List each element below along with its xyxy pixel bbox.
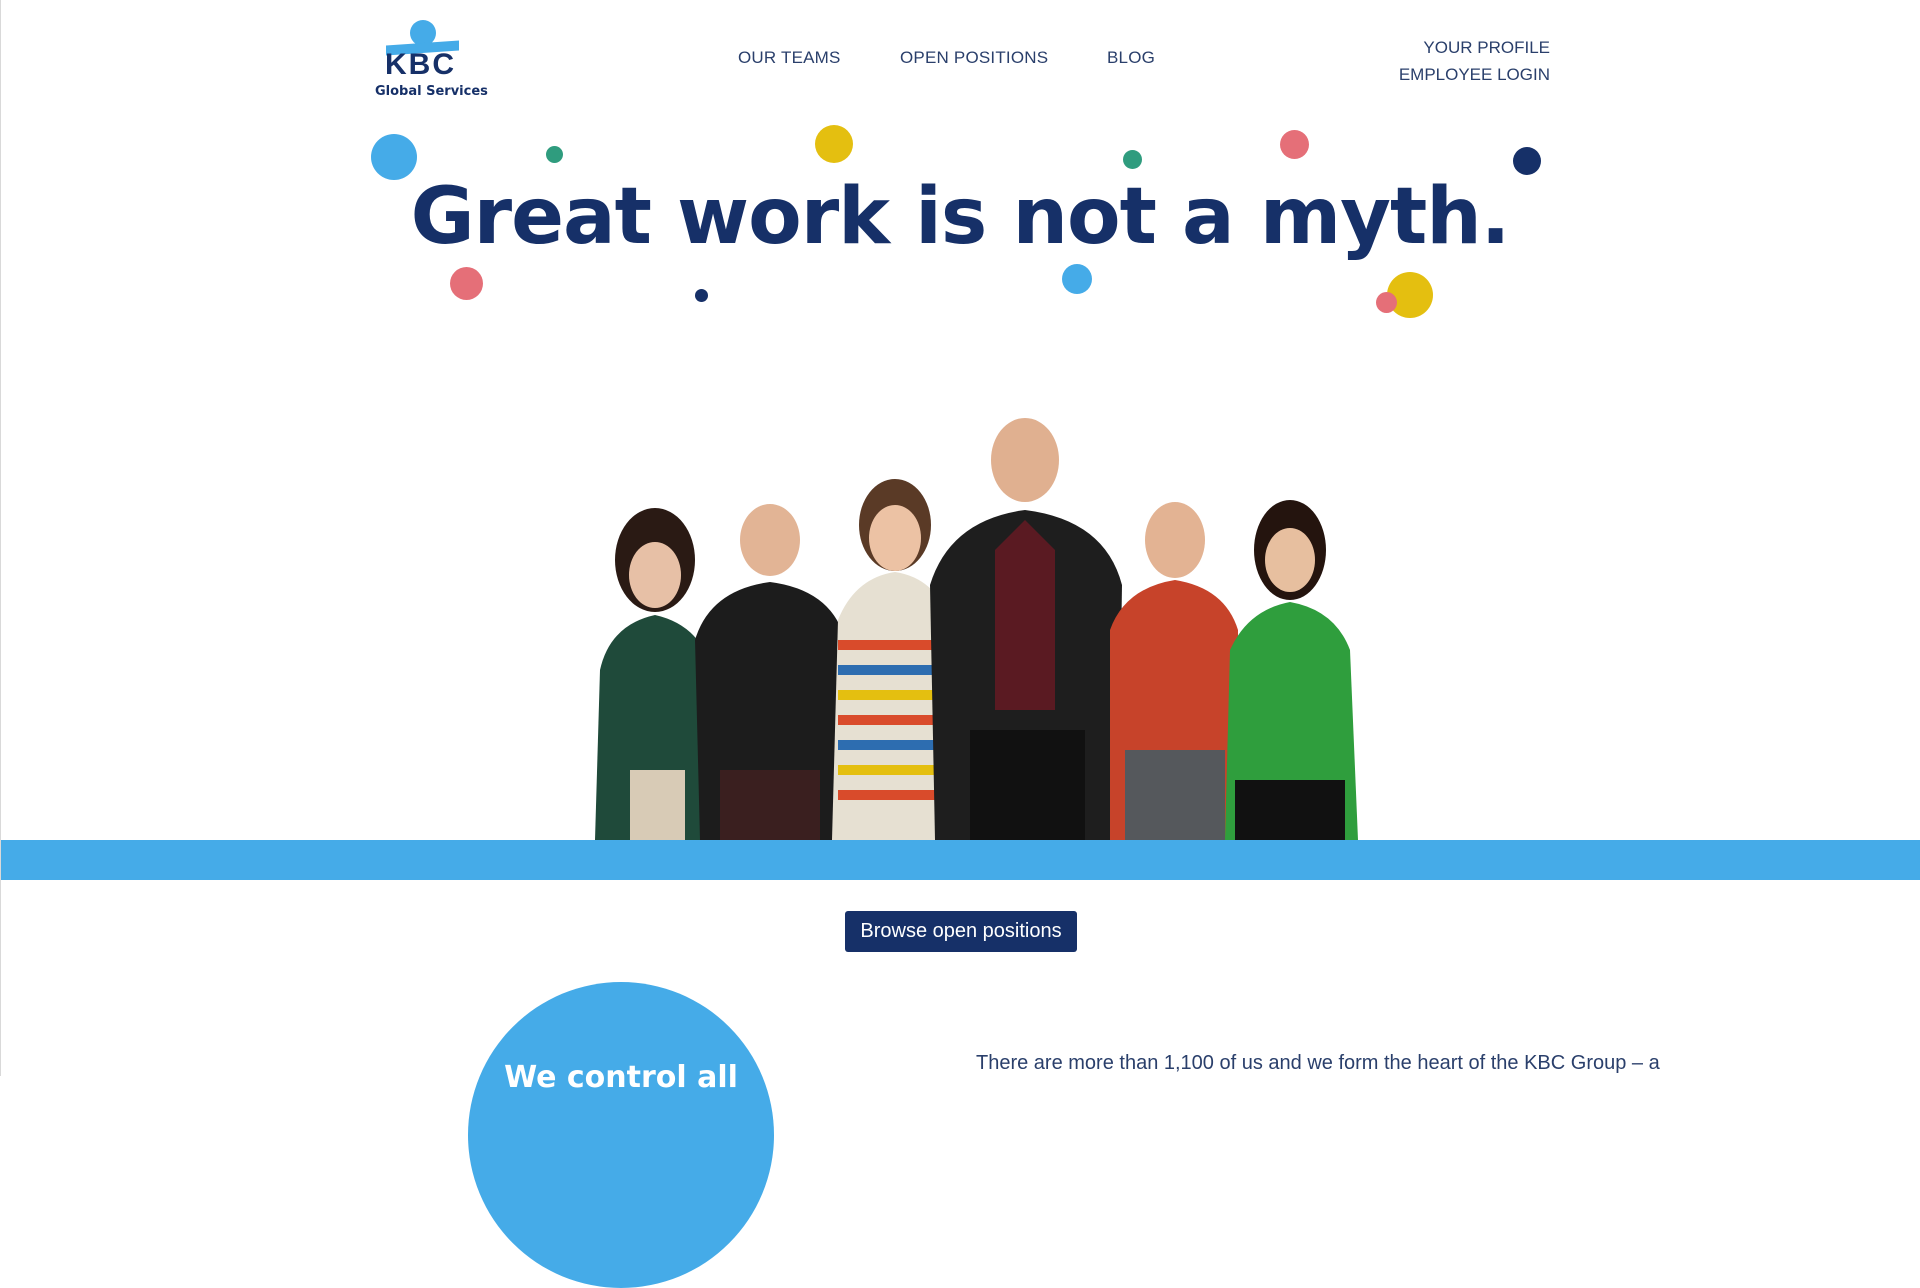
confetti-dot <box>1376 292 1397 313</box>
confetti-dot <box>1280 130 1309 159</box>
confetti-dot <box>695 289 708 302</box>
confetti-dot <box>1513 147 1541 175</box>
kbc-logo[interactable]: KBC Global Services <box>373 20 488 104</box>
confetti-dot <box>546 146 563 163</box>
team-member-4 <box>930 418 1122 840</box>
team-photo <box>595 418 1358 840</box>
nav-our-teams[interactable]: OUR TEAMS <box>738 48 841 68</box>
nav-employee-login[interactable]: EMPLOYEE LOGIN <box>1399 61 1550 88</box>
confetti-dot <box>1062 264 1092 294</box>
confetti-dot <box>450 267 483 300</box>
feature-circle-text: We control all <box>504 1060 738 1095</box>
confetti-dot <box>1123 150 1142 169</box>
hero-headline: Great work is not a myth. <box>410 172 1511 262</box>
logo-mark: KBC <box>385 48 456 81</box>
hero-band <box>1 840 1920 880</box>
intro-text: There are more than 1,100 of us and we f… <box>976 1052 1660 1074</box>
page-border <box>0 0 1 1076</box>
team-member-6 <box>1225 500 1358 840</box>
feature-circle: We control all <box>468 982 774 1288</box>
browse-open-positions-button[interactable]: Browse open positions <box>845 911 1077 952</box>
nav-your-profile[interactable]: YOUR PROFILE <box>1399 34 1550 61</box>
team-member-2 <box>695 504 845 840</box>
nav-open-positions[interactable]: OPEN POSITIONS <box>900 48 1048 68</box>
team-member-5 <box>1110 502 1238 840</box>
nav-blog[interactable]: BLOG <box>1107 48 1155 68</box>
confetti-dot <box>815 125 853 163</box>
account-links: YOUR PROFILE EMPLOYEE LOGIN <box>1399 34 1550 88</box>
logo-subtitle: Global Services <box>375 84 488 99</box>
